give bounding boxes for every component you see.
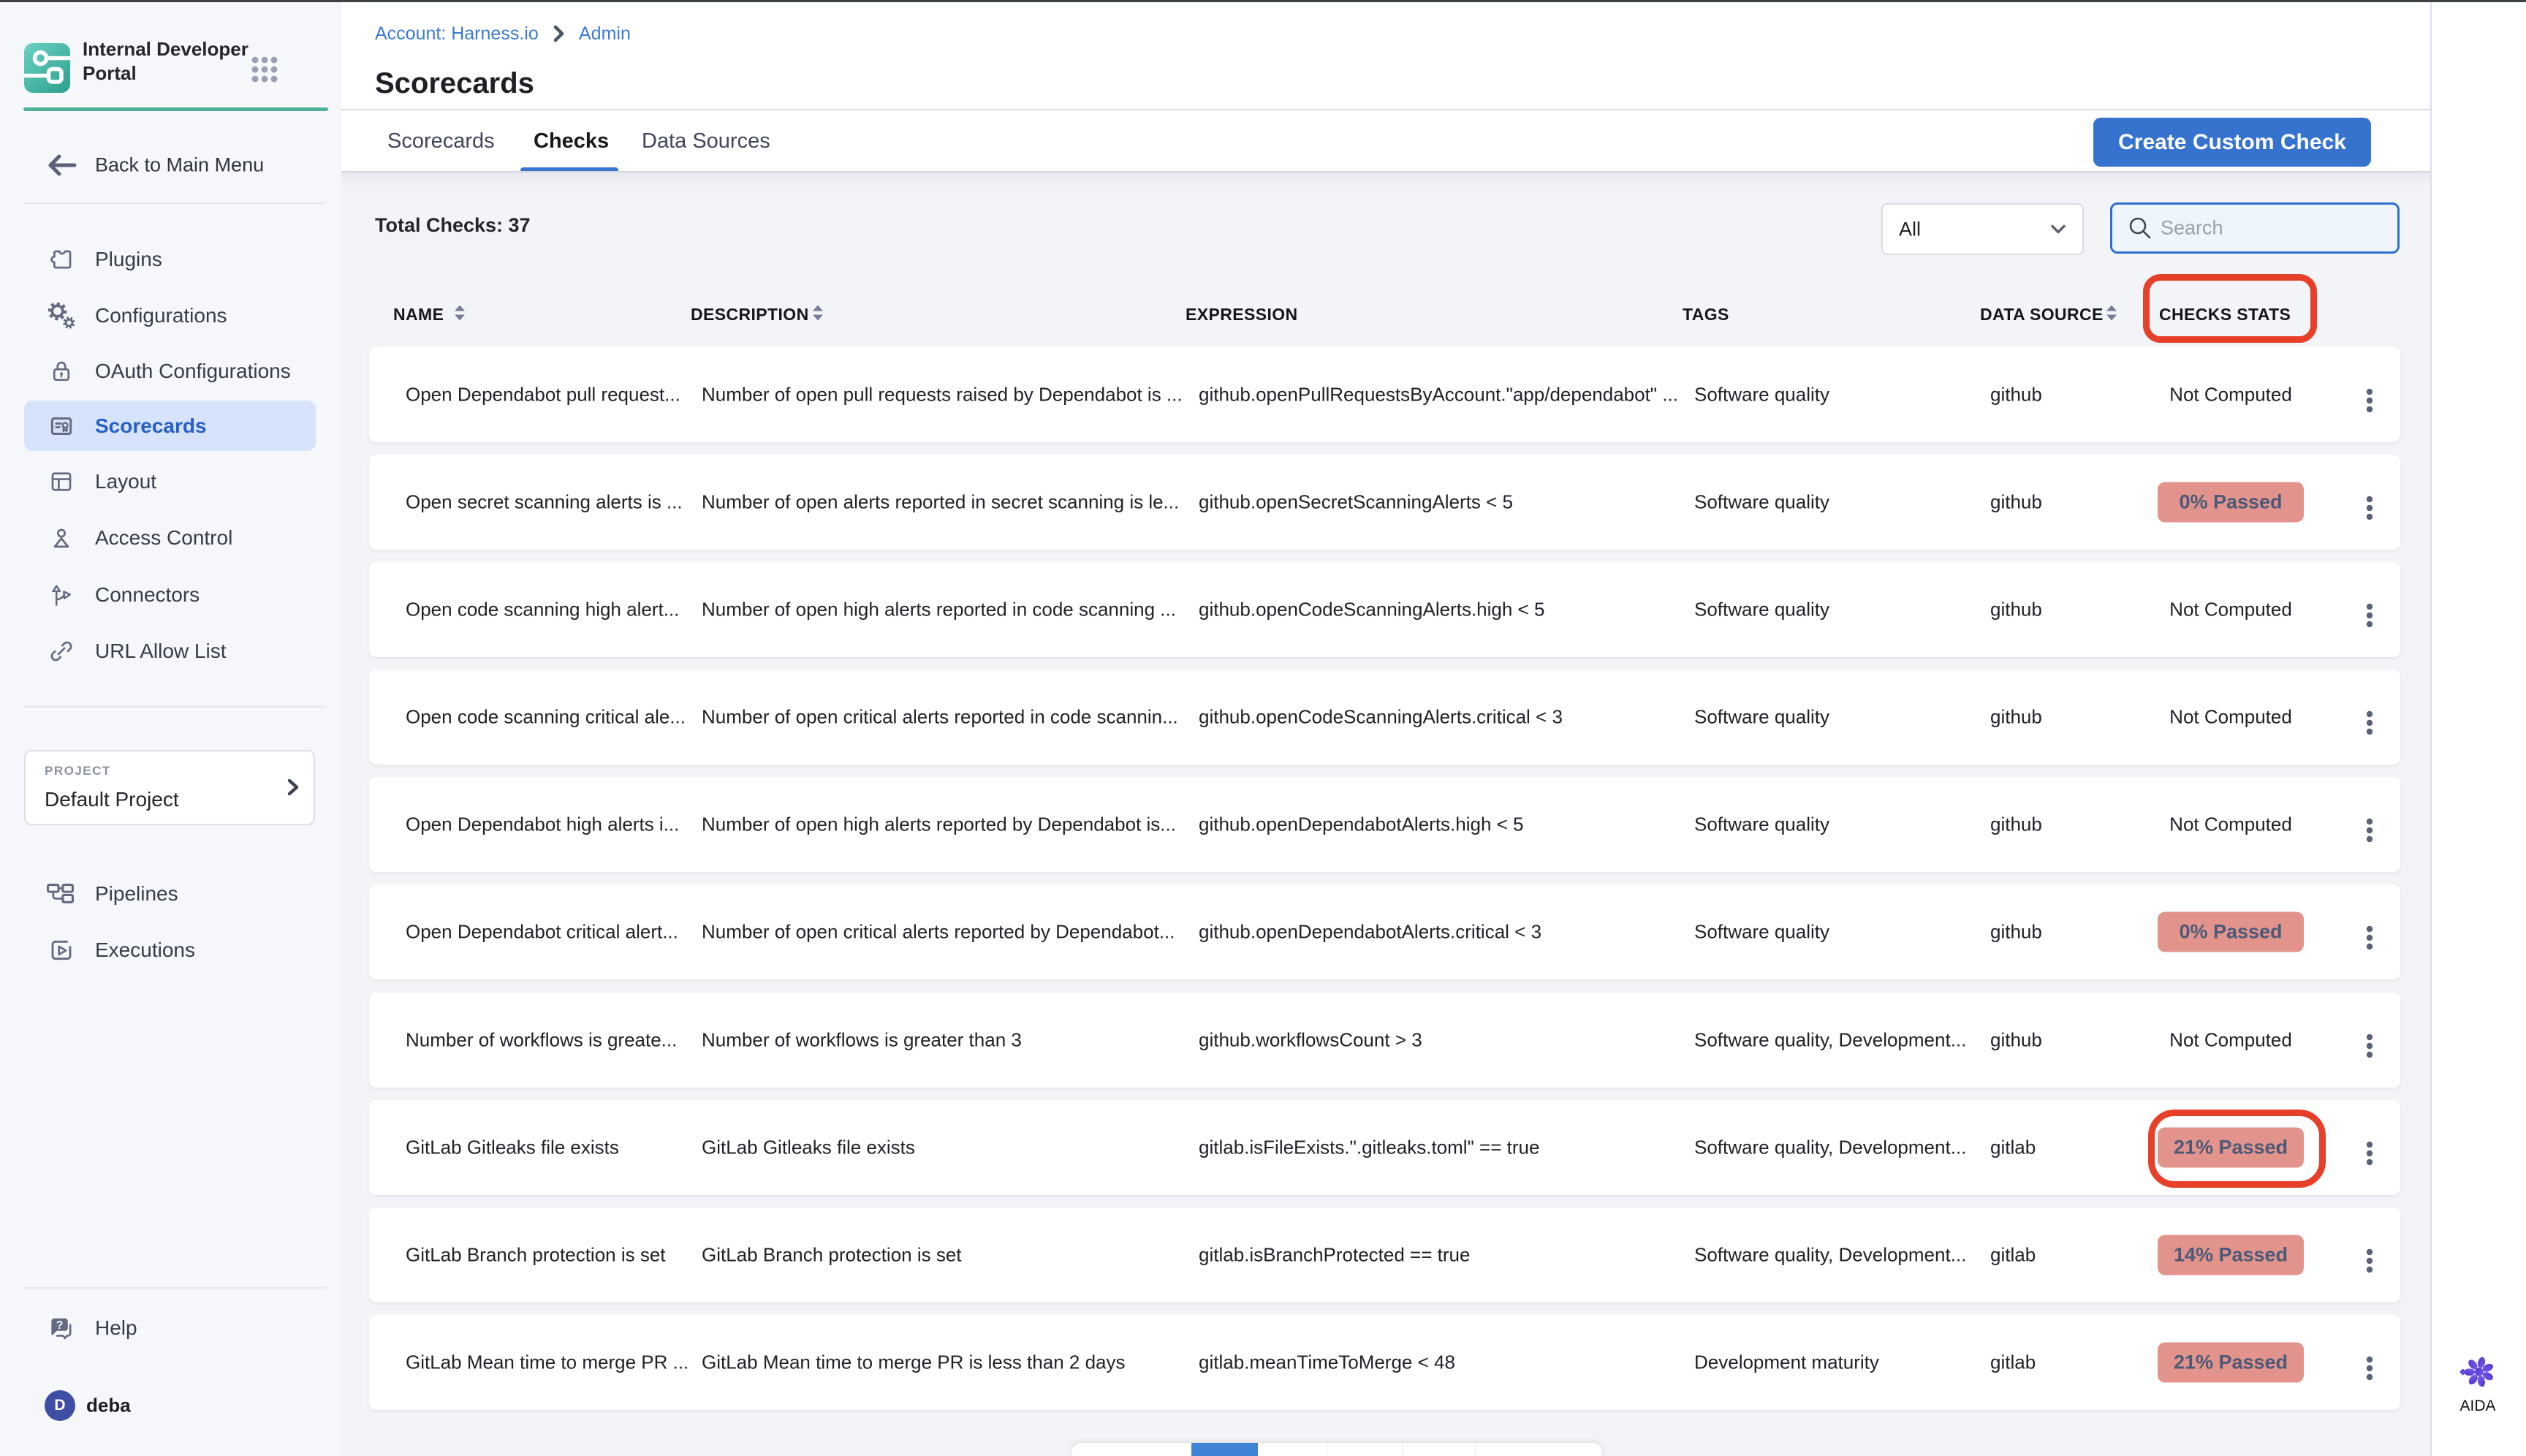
svg-text:?: ? — [56, 1319, 64, 1332]
